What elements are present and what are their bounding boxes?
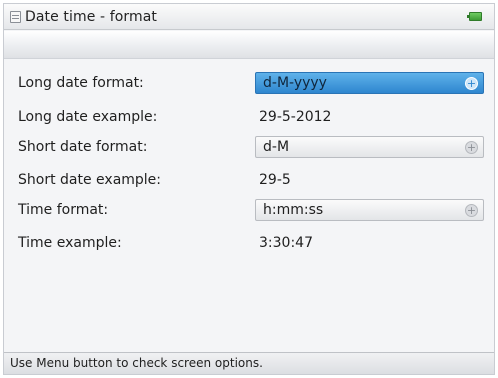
battery-icon	[467, 12, 482, 21]
time-example-label: Time example:	[18, 235, 122, 251]
short-date-example-label: Short date example:	[18, 172, 162, 188]
long-date-example-label: Long date example:	[18, 109, 158, 125]
long-date-format-select[interactable]: d-M-yyyy +	[255, 72, 484, 94]
time-format-value: h:mm:ss	[263, 202, 324, 218]
status-message: Use Menu button to check screen options.	[10, 356, 263, 370]
short-date-format-row: Short date format: d-M +	[4, 136, 494, 160]
long-date-format-label: Long date format:	[18, 75, 144, 91]
time-format-select[interactable]: h:mm:ss +	[255, 199, 484, 221]
document-icon	[10, 10, 21, 23]
time-example-row: Time example: 3:30:47	[4, 232, 494, 256]
short-date-format-value: d-M	[263, 139, 290, 155]
time-format-row: Time format: h:mm:ss +	[4, 199, 494, 223]
short-date-format-select[interactable]: d-M +	[255, 136, 484, 158]
plus-icon[interactable]: +	[465, 204, 478, 217]
time-example-value: 3:30:47	[259, 235, 313, 251]
long-date-format-value: d-M-yyyy	[263, 75, 327, 91]
settings-form: Long date format: d-M-yyyy + Long date e…	[4, 60, 494, 354]
long-date-example-row: Long date example: 29-5-2012	[4, 106, 494, 130]
title-bar: Date time - format	[4, 4, 494, 30]
long-date-format-row: Long date format: d-M-yyyy +	[4, 72, 494, 96]
plus-icon[interactable]: +	[465, 141, 478, 154]
short-date-format-label: Short date format:	[18, 139, 148, 155]
status-bar: Use Menu button to check screen options.	[4, 352, 494, 374]
device-screen: Date time - format Long date format: d-M…	[3, 3, 495, 375]
time-format-label: Time format:	[18, 202, 109, 218]
short-date-example-row: Short date example: 29-5	[4, 169, 494, 193]
short-date-example-value: 29-5	[259, 172, 291, 188]
toolbar-band	[4, 31, 494, 59]
long-date-example-value: 29-5-2012	[259, 109, 332, 125]
window-title: Date time - format	[25, 8, 158, 25]
plus-icon[interactable]: +	[465, 77, 478, 90]
